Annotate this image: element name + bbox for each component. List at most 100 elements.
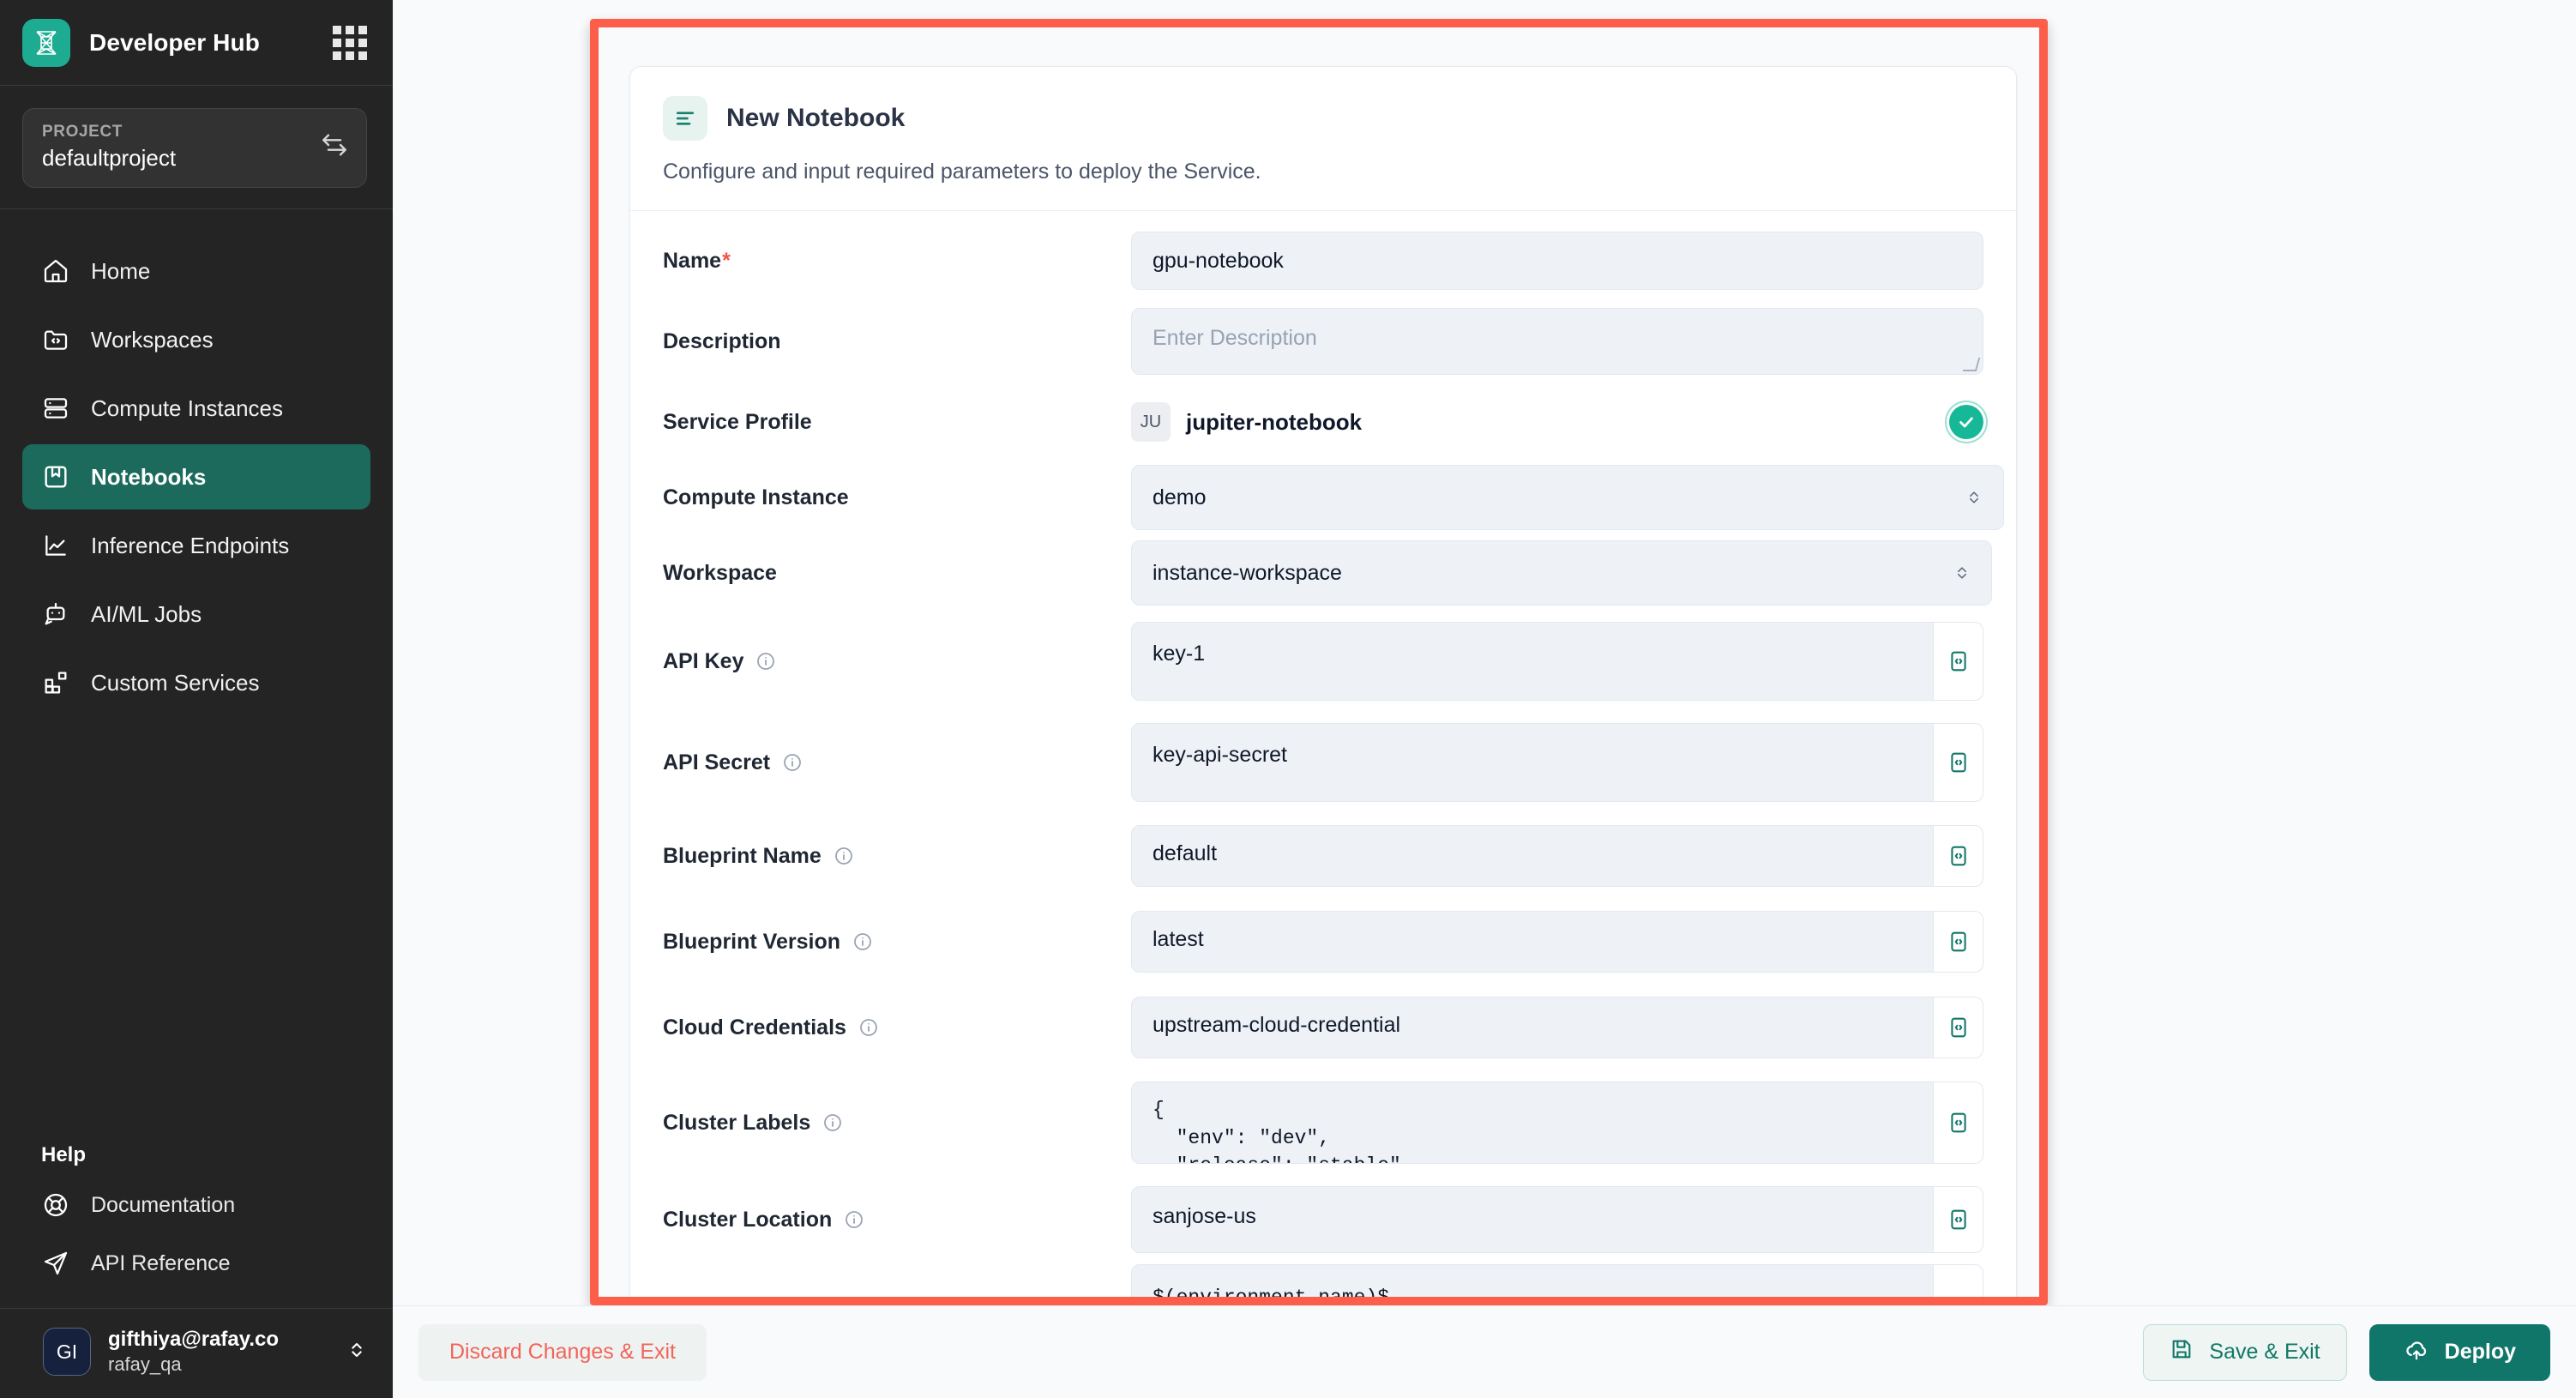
notebook-icon bbox=[41, 462, 70, 491]
grid-cell bbox=[346, 38, 354, 47]
sidebar-item-compute-instances[interactable]: Compute Instances bbox=[22, 376, 370, 441]
cluster-labels-value: { "env": "dev", "release": "stable" bbox=[1153, 1099, 1401, 1163]
sidebar-item-label: Custom Services bbox=[91, 669, 260, 696]
main-navigation: Home Workspaces Compute Instances Notebo… bbox=[0, 209, 393, 1143]
code-editor-icon[interactable] bbox=[1934, 911, 1983, 973]
code-editor-icon[interactable] bbox=[1934, 622, 1983, 701]
info-icon[interactable] bbox=[852, 931, 873, 952]
info-icon[interactable] bbox=[834, 846, 854, 866]
service-profile-display[interactable]: JU jupiter-notebook bbox=[1131, 402, 1983, 442]
cloud-credentials-input[interactable]: upstream-cloud-credential bbox=[1131, 997, 1934, 1058]
user-account-switcher[interactable]: GI gifthiya@rafay.co rafay_qa bbox=[0, 1309, 393, 1398]
app-brand-title: Developer Hub bbox=[89, 28, 260, 56]
code-editor-icon[interactable] bbox=[1934, 723, 1983, 802]
code-editor-icon[interactable] bbox=[1934, 1186, 1983, 1253]
help-section-title: Help bbox=[41, 1143, 87, 1166]
blueprint-version-value: latest bbox=[1153, 927, 1204, 951]
required-asterisk: * bbox=[722, 248, 731, 273]
switch-project-icon[interactable] bbox=[320, 130, 349, 164]
sidebar-item-custom-services[interactable]: Custom Services bbox=[22, 650, 370, 715]
field-row-cluster-location: Cluster Location sanjose-us bbox=[663, 1175, 1983, 1264]
grid-cell bbox=[358, 25, 367, 34]
api-key-input[interactable]: key-1 bbox=[1131, 622, 1934, 701]
sidebar-item-documentation[interactable]: Documentation bbox=[22, 1176, 370, 1234]
sidebar: Developer Hub PROJECT defaultproject Hom… bbox=[0, 0, 393, 1398]
field-label-text: Workspace bbox=[663, 560, 777, 585]
apps-grid-icon[interactable] bbox=[331, 24, 369, 62]
sidebar-header: Developer Hub bbox=[0, 0, 393, 86]
bot-icon bbox=[41, 600, 70, 629]
info-icon[interactable] bbox=[782, 752, 803, 773]
blueprint-version-input[interactable]: latest bbox=[1131, 911, 1934, 973]
description-textarea[interactable]: Enter Description bbox=[1131, 308, 1983, 375]
field-label-text: Cloud Credentials bbox=[663, 1015, 846, 1039]
api-secret-input[interactable]: key-api-secret bbox=[1131, 723, 1934, 802]
sidebar-item-notebooks[interactable]: Notebooks bbox=[22, 444, 370, 509]
sidebar-item-inference-endpoints[interactable]: Inference Endpoints bbox=[22, 513, 370, 578]
deploy-label: Deploy bbox=[2444, 1340, 2516, 1364]
sidebar-item-home[interactable]: Home bbox=[22, 238, 370, 304]
sidebar-item-workspaces[interactable]: Workspaces bbox=[22, 307, 370, 372]
cluster-location-value: sanjose-us bbox=[1153, 1204, 1256, 1228]
blueprint-name-input[interactable]: default bbox=[1131, 825, 1934, 887]
field-row-cloud-credentials: Cloud Credentials upstream-cloud-credent… bbox=[663, 985, 1983, 1070]
code-editor-icon[interactable] bbox=[1934, 825, 1983, 887]
compute-instance-select[interactable]: demo bbox=[1131, 465, 2004, 530]
code-editor-icon[interactable] bbox=[1934, 997, 1983, 1058]
field-row-name: Name * gpu-notebook bbox=[663, 223, 1983, 298]
workspace-select[interactable]: instance-workspace bbox=[1131, 540, 1992, 606]
code-editor-icon[interactable] bbox=[1934, 1264, 1983, 1297]
field-label-api-key: API Key bbox=[663, 649, 1131, 674]
discard-changes-button[interactable]: Discard Changes & Exit bbox=[418, 1323, 707, 1381]
sidebar-item-ai-ml-jobs[interactable]: AI/ML Jobs bbox=[22, 581, 370, 647]
code-editor-icon[interactable] bbox=[1934, 1082, 1983, 1164]
field-control-cluster-labels: { "env": "dev", "release": "stable" bbox=[1131, 1082, 1983, 1164]
resize-handle-icon[interactable] bbox=[1962, 358, 1981, 371]
field-label-compute-instance: Compute Instance bbox=[663, 485, 1131, 510]
project-label: PROJECT bbox=[42, 123, 123, 141]
name-input[interactable]: gpu-notebook bbox=[1131, 232, 1983, 290]
deploy-button[interactable]: Deploy bbox=[2368, 1323, 2550, 1381]
api-secret-value: key-api-secret bbox=[1153, 743, 1287, 767]
field-control-description: Enter Description bbox=[1131, 308, 1983, 375]
info-icon[interactable] bbox=[844, 1209, 864, 1230]
info-icon[interactable] bbox=[755, 651, 776, 672]
name-input-value: gpu-notebook bbox=[1153, 248, 1284, 273]
save-disk-icon bbox=[2170, 1337, 2194, 1367]
field-control-workspace: instance-workspace bbox=[1131, 540, 1992, 606]
field-row-blueprint-name: Blueprint Name default bbox=[663, 813, 1983, 899]
field-label-text: Compute Instance bbox=[663, 485, 849, 509]
save-and-exit-button[interactable]: Save & Exit bbox=[2143, 1323, 2347, 1381]
cluster-labels-textarea[interactable]: { "env": "dev", "release": "stable" bbox=[1131, 1082, 1934, 1164]
info-icon[interactable] bbox=[822, 1112, 843, 1133]
project-name: defaultproject bbox=[42, 145, 177, 171]
user-email: gifthiya@rafay.co bbox=[108, 1328, 280, 1351]
field-label-text: API Key bbox=[663, 648, 744, 673]
grid-cell bbox=[346, 51, 354, 60]
compute-instance-value: demo bbox=[1153, 485, 1207, 509]
field-row-service-profile: Service Profile JU jupiter-notebook bbox=[663, 384, 1983, 460]
info-icon[interactable] bbox=[858, 1017, 879, 1038]
cloud-upload-icon bbox=[2404, 1336, 2429, 1368]
project-switcher[interactable]: PROJECT defaultproject bbox=[22, 108, 367, 188]
field-label-cloud-credentials: Cloud Credentials bbox=[663, 1015, 1131, 1040]
field-control-blueprint-version: latest bbox=[1131, 911, 1983, 973]
form-card-header: New Notebook Configure and input require… bbox=[630, 67, 2016, 211]
field-control-compute-instance: demo bbox=[1131, 465, 2004, 530]
chevron-up-down-icon[interactable] bbox=[345, 1338, 370, 1366]
field-control-api-key: key-1 bbox=[1131, 622, 1983, 701]
help-item-label: API Reference bbox=[91, 1250, 231, 1275]
chevron-up-down-icon bbox=[1953, 563, 1971, 583]
server-icon bbox=[41, 394, 70, 423]
sidebar-item-label: AI/ML Jobs bbox=[91, 600, 202, 627]
partial-next-input[interactable]: $(environment.name)$ bbox=[1131, 1264, 1934, 1297]
cluster-location-input[interactable]: sanjose-us bbox=[1131, 1186, 1934, 1253]
field-label-name: Name * bbox=[663, 249, 1131, 274]
blueprint-name-value: default bbox=[1153, 841, 1218, 865]
sidebar-item-api-reference[interactable]: API Reference bbox=[22, 1234, 370, 1293]
content-canvas: New Notebook Configure and input require… bbox=[393, 0, 2576, 1305]
workspace-value: instance-workspace bbox=[1153, 560, 1342, 585]
check-circle-icon bbox=[1949, 405, 1983, 439]
field-label-text: Cluster Labels bbox=[663, 1110, 811, 1135]
sidebar-item-label: Workspaces bbox=[91, 326, 214, 353]
